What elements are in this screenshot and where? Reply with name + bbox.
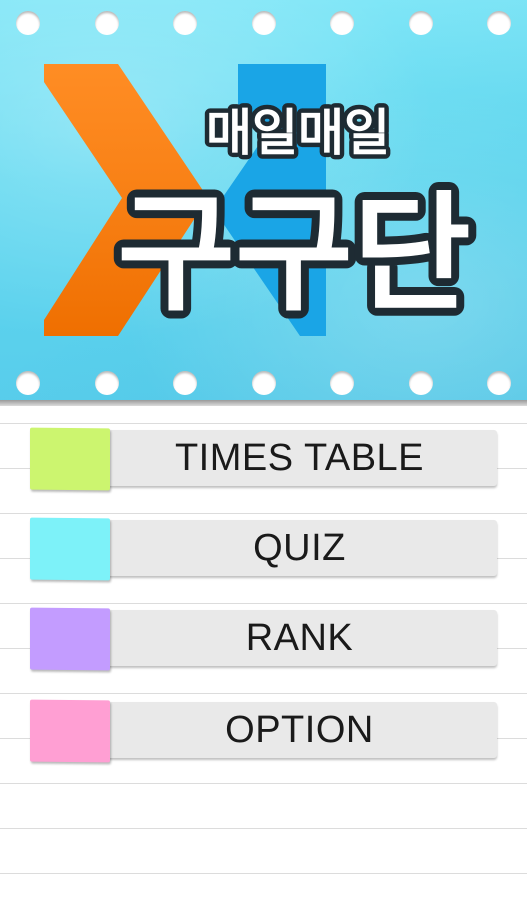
sticky-tab — [30, 427, 110, 491]
paper-rule — [0, 828, 527, 829]
rank-button[interactable]: RANK — [30, 607, 499, 671]
paper-rule — [0, 513, 527, 514]
times-table-label: TIMES TABLE — [174, 437, 425, 479]
binder-hole — [409, 11, 433, 35]
paper-rule — [0, 783, 527, 784]
times-table-button[interactable]: TIMES TABLE — [30, 427, 499, 491]
binder-hole — [487, 11, 511, 35]
binder-hole — [252, 11, 276, 35]
binder-hole — [173, 11, 197, 35]
banner-title: 구구단 — [117, 180, 470, 329]
sticky-tab — [30, 699, 110, 763]
option-label: OPTION — [225, 709, 374, 751]
sticky-tab — [30, 517, 110, 581]
binder-hole — [95, 371, 119, 395]
option-button[interactable]: OPTION — [30, 699, 499, 763]
rank-label: RANK — [245, 617, 354, 659]
binder-hole — [173, 371, 197, 395]
paper-rule — [0, 873, 527, 874]
quiz-button[interactable]: QUIZ — [30, 517, 499, 581]
paper-rule — [0, 423, 527, 424]
paper-rule — [0, 603, 527, 604]
binder-hole — [330, 371, 354, 395]
app-logo: 매일매일 매일매일 구구단 구구단 — [44, 64, 479, 337]
banner-subtitle: 매일매일 — [206, 104, 390, 162]
binder-hole — [95, 11, 119, 35]
sticky-tab — [30, 607, 110, 671]
binder-hole — [487, 371, 511, 395]
binder-hole — [409, 371, 433, 395]
binder-hole — [252, 371, 276, 395]
quiz-label: QUIZ — [253, 527, 346, 569]
binder-hole — [16, 371, 40, 395]
title-banner: 매일매일 매일매일 구구단 구구단 — [0, 0, 527, 402]
binder-hole — [16, 11, 40, 35]
binder-hole — [330, 11, 354, 35]
paper-rule — [0, 693, 527, 694]
